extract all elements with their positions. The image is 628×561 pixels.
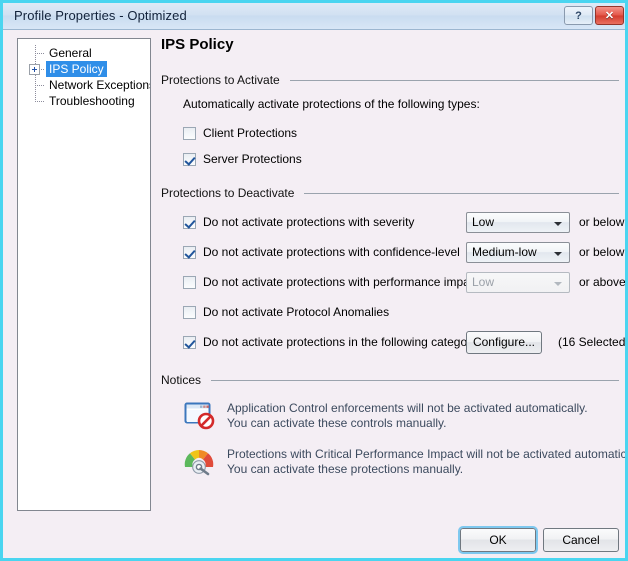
group-protections-to-deactivate: Protections to Deactivate (161, 186, 619, 200)
close-button[interactable]: ✕ (595, 6, 624, 25)
chevron-down-icon (554, 251, 562, 256)
navigation-tree[interactable]: General IPS Policy Network Exceptions Tr… (17, 38, 151, 511)
severity-dropdown[interactable]: Low (466, 211, 570, 233)
cancel-button[interactable]: Cancel (543, 528, 619, 552)
notice-line-2: You can activate these controls manually… (227, 416, 447, 430)
confidence-level-suffix: or below (579, 245, 625, 259)
checkbox-row-protocol-anomalies[interactable]: Do not activate Protocol Anomalies (183, 299, 619, 325)
notice-text: Protections with Critical Performance Im… (227, 445, 628, 477)
checkbox-client-protections[interactable] (183, 126, 196, 140)
checkbox-row-categories[interactable]: Do not activate protections in the follo… (183, 329, 625, 355)
notice-text: Application Control enforcements will no… (227, 399, 588, 431)
group-label: Protections to Activate (161, 73, 280, 87)
activate-intro-text: Automatically activate protections of th… (183, 97, 480, 111)
checkbox-severity[interactable] (183, 215, 196, 229)
help-button[interactable]: ? (564, 6, 593, 25)
checkbox-performance-impact[interactable] (183, 275, 196, 289)
confidence-level-dropdown-value: Medium-low (472, 244, 537, 259)
checkbox-categories[interactable] (183, 335, 196, 349)
group-divider (211, 379, 619, 381)
sidebar-item-label: General (49, 46, 92, 60)
content-pane: IPS Policy Protections to Activate Autom… (161, 36, 625, 491)
checkbox-row-client-protections[interactable]: Client Protections (183, 122, 619, 144)
notice-line-1: Application Control enforcements will no… (227, 401, 588, 415)
checkbox-label: Do not activate protections with confide… (203, 245, 460, 259)
window-title: Profile Properties - Optimized (14, 8, 187, 23)
checkbox-row-confidence-level[interactable]: Do not activate protections with confide… (183, 239, 624, 265)
notice-application-control: Application Control enforcements will no… (183, 399, 619, 431)
performance-gauge-icon (183, 445, 215, 477)
group-protections-to-activate: Protections to Activate (161, 73, 619, 87)
sidebar-item-label: Network Exceptions (49, 78, 151, 92)
performance-impact-dropdown-value: Low (472, 274, 495, 289)
ok-button[interactable]: OK (458, 526, 538, 554)
checkbox-protocol-anomalies[interactable] (183, 305, 196, 319)
tree-connector-icon (35, 101, 44, 102)
group-divider (304, 192, 619, 194)
confidence-level-dropdown[interactable]: Medium-low (466, 241, 570, 263)
checkbox-label: Do not activate protections with perform… (203, 275, 480, 289)
sidebar-item-ips-policy[interactable]: IPS Policy (18, 61, 150, 77)
checkbox-server-protections[interactable] (183, 152, 196, 166)
tree-connector-icon (35, 85, 44, 86)
checkbox-label: Server Protections (203, 152, 302, 166)
severity-suffix: or below (579, 215, 625, 229)
tree-connector-icon (35, 53, 44, 54)
group-divider (289, 79, 619, 81)
chevron-down-icon (554, 221, 562, 226)
configure-button[interactable]: Configure... (466, 330, 542, 354)
notice-line-1: Protections with Critical Performance Im… (227, 447, 628, 461)
notice-line-2: You can activate these protections manua… (227, 462, 464, 476)
checkbox-label: Do not activate protections in the follo… (203, 335, 487, 349)
checkbox-confidence-level[interactable] (183, 245, 196, 259)
categories-selected-count: (16 Selected) (558, 335, 628, 349)
page-title: IPS Policy (161, 36, 234, 53)
checkbox-row-performance-impact[interactable]: Do not activate protections with perform… (183, 269, 625, 295)
performance-impact-suffix: or above (579, 275, 626, 289)
title-bar: Profile Properties - Optimized ? ✕ (3, 3, 625, 30)
sidebar-item-label: Troubleshooting (49, 94, 135, 108)
notice-performance-impact: Protections with Critical Performance Im… (183, 445, 625, 477)
sidebar-item-label: IPS Policy (46, 61, 107, 77)
sidebar-item-general[interactable]: General (18, 45, 150, 61)
chevron-down-icon (554, 281, 562, 286)
group-notices: Notices (161, 373, 619, 387)
checkbox-label: Do not activate Protocol Anomalies (203, 305, 390, 319)
group-label: Notices (161, 373, 202, 387)
checkbox-label: Client Protections (203, 126, 298, 140)
checkbox-row-server-protections[interactable]: Server Protections (183, 148, 619, 170)
group-label: Protections to Deactivate (161, 186, 295, 200)
checkbox-label: Do not activate protections with severit… (203, 215, 415, 229)
dialog-window: Profile Properties - Optimized ? ✕ Gener… (0, 0, 628, 561)
sidebar-item-troubleshooting[interactable]: Troubleshooting (18, 93, 150, 109)
application-control-blocked-icon (183, 399, 215, 431)
sidebar-item-network-exceptions[interactable]: Network Exceptions (18, 77, 150, 93)
checkbox-row-severity[interactable]: Do not activate protections with severit… (183, 209, 624, 235)
expand-plus-icon[interactable] (29, 64, 40, 75)
performance-impact-dropdown: Low (466, 271, 570, 293)
severity-dropdown-value: Low (472, 214, 495, 229)
